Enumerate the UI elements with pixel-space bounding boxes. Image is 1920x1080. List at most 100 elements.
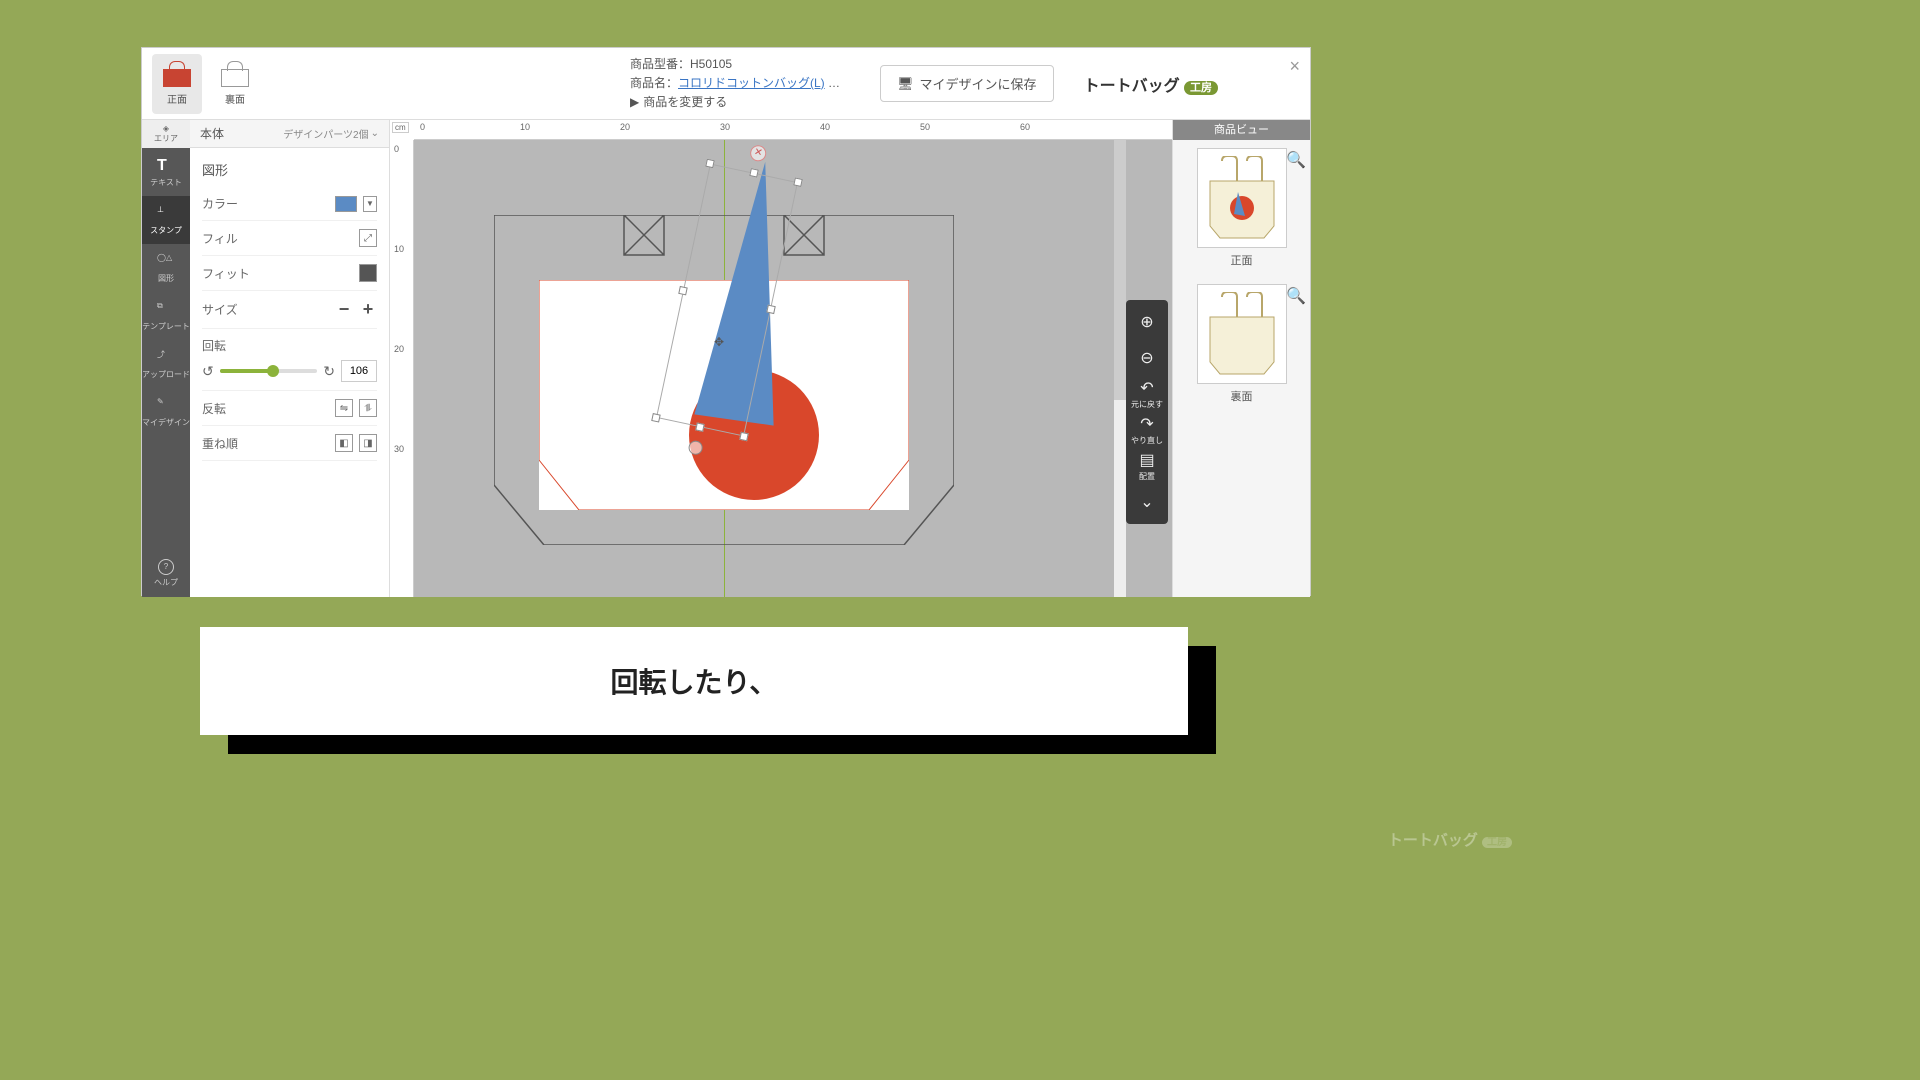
- name-label: 商品名：: [630, 76, 678, 90]
- prop-order: 重ね順 ◧ ◨: [202, 426, 377, 461]
- size-plus-button[interactable]: +: [359, 299, 377, 320]
- parts-count-dropdown[interactable]: デザインパーツ2個⌄: [283, 126, 379, 141]
- play-icon: ▶: [630, 93, 639, 112]
- tick: 0: [420, 122, 425, 132]
- dropdown-icon: ▼: [363, 196, 377, 212]
- rail-help[interactable]: ?ヘルプ: [142, 549, 190, 597]
- rail-area[interactable]: ◈ エリア: [142, 120, 190, 148]
- rail-label: テンプレート: [142, 321, 190, 332]
- view-tab-label: 正面: [167, 91, 187, 106]
- view-tab-back[interactable]: 裏面: [210, 54, 260, 114]
- prop-fit: フィット: [202, 256, 377, 291]
- more-tools-button[interactable]: ⌄: [1126, 484, 1168, 520]
- fit-button[interactable]: [359, 264, 377, 282]
- mydesign-icon: ✎: [157, 397, 175, 415]
- zoom-icon[interactable]: 🔍: [1286, 150, 1306, 170]
- rotation-input[interactable]: [341, 360, 377, 382]
- rail-label: アップロード: [142, 369, 190, 380]
- rail-stamp[interactable]: ⊥スタンプ: [142, 196, 190, 244]
- tick: 20: [620, 122, 630, 132]
- ruler-vertical: 0 10 20 30: [390, 140, 414, 597]
- change-label: 商品を変更する: [643, 93, 727, 112]
- chevron-down-icon: ⌄: [371, 128, 379, 139]
- undo-button[interactable]: ↶元に戻す: [1126, 376, 1168, 412]
- flip-h-button[interactable]: ⇋: [335, 399, 353, 417]
- size-minus-button[interactable]: −: [335, 299, 353, 320]
- rail-upload[interactable]: ⤴アップロード: [142, 340, 190, 388]
- design-canvas[interactable]: ✕ ✥: [414, 140, 1172, 597]
- top-bar: 正面 裏面 商品型番：H50105 商品名：コロリドコットンバッグ(L) … ▶…: [142, 48, 1310, 120]
- tick: 10: [394, 244, 404, 254]
- prop-flip: 反転 ⇋ ⥮: [202, 391, 377, 426]
- save-design-button[interactable]: 🖥 マイデザインに保存: [880, 65, 1054, 102]
- view-tabs: 正面 裏面: [142, 48, 270, 120]
- preview-back[interactable]: 🔍 裏面: [1173, 276, 1310, 412]
- align-button[interactable]: ▤配置: [1126, 448, 1168, 484]
- zoom-in-button[interactable]: ⊕: [1126, 304, 1168, 340]
- resize-handle[interactable]: [705, 159, 714, 168]
- bag-front-icon: [161, 61, 193, 87]
- tick: 30: [394, 444, 404, 454]
- tick: 30: [720, 122, 730, 132]
- redo-button[interactable]: ↷やり直し: [1126, 412, 1168, 448]
- rail-label: ヘルプ: [154, 577, 178, 588]
- rail-label: エリア: [154, 133, 178, 144]
- prop-rotation: 回転 ↺ ↻: [202, 329, 377, 391]
- send-back-button[interactable]: ◨: [359, 434, 377, 452]
- color-swatch: [335, 196, 357, 212]
- product-name-link[interactable]: コロリドコットンバッグ(L): [678, 76, 825, 90]
- prop-label: カラー: [202, 195, 238, 212]
- rotate-cw-icon[interactable]: ↻: [323, 363, 335, 380]
- rail-label: 図形: [158, 273, 174, 284]
- color-picker[interactable]: ▼: [335, 196, 377, 212]
- prop-color: カラー ▼: [202, 187, 377, 221]
- rotate-ccw-icon[interactable]: ↺: [202, 363, 214, 380]
- shapes-icon: ◯△: [157, 253, 175, 271]
- prop-label: 反転: [202, 400, 226, 417]
- product-view-panel: 商品ビュー 🔍 正面 🔍 裏面: [1172, 120, 1310, 597]
- product-info: 商品型番：H50105 商品名：コロリドコットンバッグ(L) … ▶商品を変更す…: [630, 55, 840, 113]
- preview-front[interactable]: 🔍 正面: [1173, 140, 1310, 276]
- rail-shape[interactable]: ◯△ 図形: [142, 244, 190, 292]
- zoom-out-button[interactable]: ⊖: [1126, 340, 1168, 376]
- prop-size: サイズ −+: [202, 291, 377, 329]
- change-product-link[interactable]: ▶商品を変更する: [630, 93, 840, 112]
- canvas-tools: ⊕ ⊖ ↶元に戻す ↷やり直し ▤配置 ⌄: [1126, 300, 1168, 524]
- panel-title: 本体: [200, 125, 224, 142]
- tick: 60: [1020, 122, 1030, 132]
- bring-front-button[interactable]: ◧: [335, 434, 353, 452]
- main-area: ◈ エリア Tテキスト ⊥スタンプ ◯△ 図形 ⧉テンプレート ⤴アップロード ✎…: [142, 120, 1310, 597]
- model-value: H50105: [690, 57, 732, 71]
- fill-expand-button[interactable]: ⤢: [359, 229, 377, 247]
- rotation-slider[interactable]: [220, 369, 318, 373]
- panel-body: 図形 カラー ▼ フィル ⤢ フィット サイズ −+ 回: [190, 148, 389, 597]
- watermark: トートバッグ 工房: [1388, 829, 1512, 850]
- redo-icon: ↷: [1140, 414, 1153, 434]
- section-title: 図形: [202, 156, 377, 187]
- layers-icon: ◈: [163, 124, 169, 133]
- rail-text[interactable]: Tテキスト: [142, 148, 190, 196]
- close-button[interactable]: ×: [1289, 56, 1300, 77]
- align-icon: ▤: [1139, 450, 1154, 470]
- tick: 50: [920, 122, 930, 132]
- stamp-icon: ⊥: [157, 205, 175, 223]
- properties-panel: 本体 デザインパーツ2個⌄ 図形 カラー ▼ フィル ⤢ フィット サイ: [190, 120, 390, 597]
- prop-label: 回転: [202, 339, 226, 353]
- preview-label: 裏面: [1181, 388, 1302, 404]
- zoom-icon[interactable]: 🔍: [1286, 286, 1306, 306]
- prop-fill: フィル ⤢: [202, 221, 377, 256]
- vertical-scrollbar[interactable]: [1114, 140, 1126, 597]
- view-tab-label: 裏面: [225, 91, 245, 106]
- text-icon: T: [157, 157, 175, 175]
- tick: 0: [394, 144, 399, 154]
- rail-template[interactable]: ⧉テンプレート: [142, 292, 190, 340]
- rail-mydesign[interactable]: ✎マイデザイン: [142, 388, 190, 436]
- canvas-area: cm 0 10 20 30 40 50 60 0 10 20 30: [390, 120, 1172, 597]
- model-label: 商品型番：: [630, 57, 690, 71]
- preview-label: 正面: [1181, 252, 1302, 268]
- prop-label: 重ね順: [202, 435, 238, 452]
- view-tab-front[interactable]: 正面: [152, 54, 202, 114]
- design-editor-window: 正面 裏面 商品型番：H50105 商品名：コロリドコットンバッグ(L) … ▶…: [141, 47, 1311, 596]
- bag-back-icon: [219, 61, 251, 87]
- flip-v-button[interactable]: ⥮: [359, 399, 377, 417]
